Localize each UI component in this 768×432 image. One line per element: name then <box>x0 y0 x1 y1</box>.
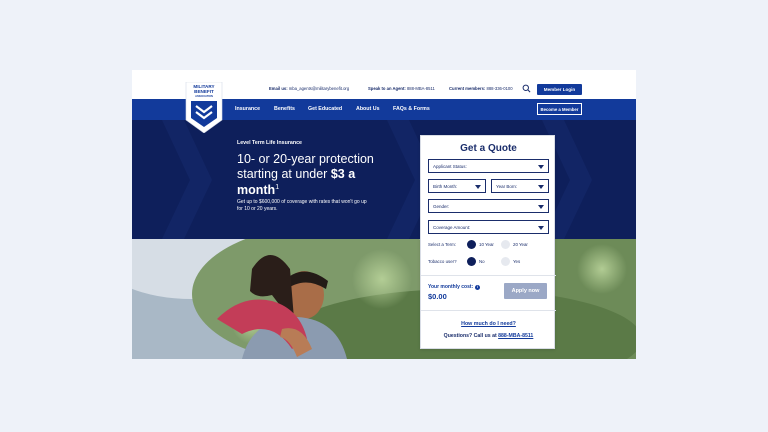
form-divider <box>421 275 556 276</box>
apply-now-button[interactable]: Apply now <box>504 283 547 299</box>
nav-benefits[interactable]: Benefits <box>274 106 295 112</box>
term-20-year-label[interactable]: 20 Year <box>513 242 528 247</box>
hero-headline: 10- or 20-year protection starting at un… <box>237 152 397 198</box>
term-10-year-radio[interactable] <box>467 240 476 249</box>
agent-contact[interactable]: Speak to an Agent: 888-MBA-8511 <box>368 86 435 91</box>
chevron-down-icon <box>538 184 544 189</box>
become-member-button[interactable]: Become a Member <box>537 103 582 115</box>
hero-eyebrow: Level Term Life Insurance <box>237 140 302 146</box>
footnote-marker[interactable]: 1 <box>275 184 279 191</box>
members-label: Current members: <box>449 86 486 91</box>
coverage-amount-label: Coverage Amount: <box>433 224 471 230</box>
monthly-cost-label: Your monthly cost: i <box>428 284 481 290</box>
chevron-down-icon <box>538 204 544 209</box>
gender-label: Gender: <box>433 203 450 209</box>
quote-title: Get a Quote <box>460 143 517 154</box>
year-born-label: Year Born: <box>496 183 518 189</box>
questions-phone-link[interactable]: 888-MBA-8511 <box>498 333 533 339</box>
logo-wordmark: MILITARY BENEFIT ASSOCIATION <box>185 84 223 98</box>
search-icon[interactable] <box>522 84 531 93</box>
browser-page: Email us: mba_agents@militarybenefit.org… <box>132 70 636 359</box>
questions-text: Questions? Call us at <box>443 333 499 339</box>
father-daughter-image <box>132 239 636 359</box>
nav-about-us[interactable]: About Us <box>356 106 380 112</box>
monthly-cost-value: $0.00 <box>428 292 447 301</box>
tobacco-yes-radio[interactable] <box>501 257 510 266</box>
family-photo <box>132 239 636 359</box>
gender-select[interactable]: Gender: <box>428 199 549 213</box>
term-10-year-label[interactable]: 10 Year <box>479 242 494 247</box>
chevron-down-icon <box>538 225 544 230</box>
hero-banner: Level Term Life Insurance 10- or 20-year… <box>132 120 636 239</box>
tobacco-label: Tobacco user? <box>428 259 457 264</box>
nav-faqs-forms[interactable]: FAQs & Forms <box>393 106 430 112</box>
tobacco-no-label[interactable]: No <box>479 259 485 264</box>
year-born-select[interactable]: Year Born: <box>491 179 549 193</box>
agent-label: Speak to an Agent: <box>368 86 406 91</box>
term-label: Select a Term: <box>428 242 456 247</box>
info-icon[interactable]: i <box>475 284 481 290</box>
mba-logo[interactable]: MILITARY BENEFIT ASSOCIATION <box>185 82 223 133</box>
applicant-status-label: Applicant Status: <box>433 163 467 169</box>
applicant-status-select[interactable]: Applicant Status: <box>428 159 549 173</box>
coverage-amount-select[interactable]: Coverage Amount: <box>428 220 549 234</box>
quote-form: Get a Quote Applicant Status: Birth Mont… <box>420 135 556 349</box>
birth-month-select[interactable]: Birth Month: <box>428 179 486 193</box>
email-label: Email us: <box>269 86 288 91</box>
member-login-button[interactable]: Member Login <box>537 84 582 95</box>
chevron-down-icon <box>475 184 481 189</box>
tobacco-no-radio[interactable] <box>467 257 476 266</box>
tobacco-yes-label[interactable]: Yes <box>513 259 520 264</box>
questions-call-line: Questions? Call us at 888-MBA-8511 <box>421 333 556 339</box>
term-20-year-radio[interactable] <box>501 240 510 249</box>
members-contact[interactable]: Current members: 888-336-0100 <box>449 86 513 91</box>
agent-phone[interactable]: 888-MBA-8511 <box>407 86 435 91</box>
nav-insurance[interactable]: Insurance <box>235 106 260 112</box>
logo-line-2: BENEFIT <box>194 88 214 94</box>
nav-get-educated[interactable]: Get Educated <box>308 106 342 112</box>
logo-line-3: ASSOCIATION <box>195 94 213 98</box>
email-value[interactable]: mba_agents@militarybenefit.org <box>289 86 349 91</box>
monthly-cost-text: Your monthly cost: <box>428 284 474 290</box>
hero-subtext: Get up to $600,000 of coverage with rate… <box>237 199 367 212</box>
members-phone[interactable]: 888-336-0100 <box>486 86 512 91</box>
chevron-down-icon <box>538 164 544 169</box>
how-much-link[interactable]: How much do I need? <box>421 321 556 327</box>
chevron-decoration-icon <box>162 120 212 239</box>
form-divider <box>421 310 556 311</box>
email-contact[interactable]: Email us: mba_agents@militarybenefit.org <box>269 86 349 91</box>
birth-month-label: Birth Month: <box>433 183 458 189</box>
